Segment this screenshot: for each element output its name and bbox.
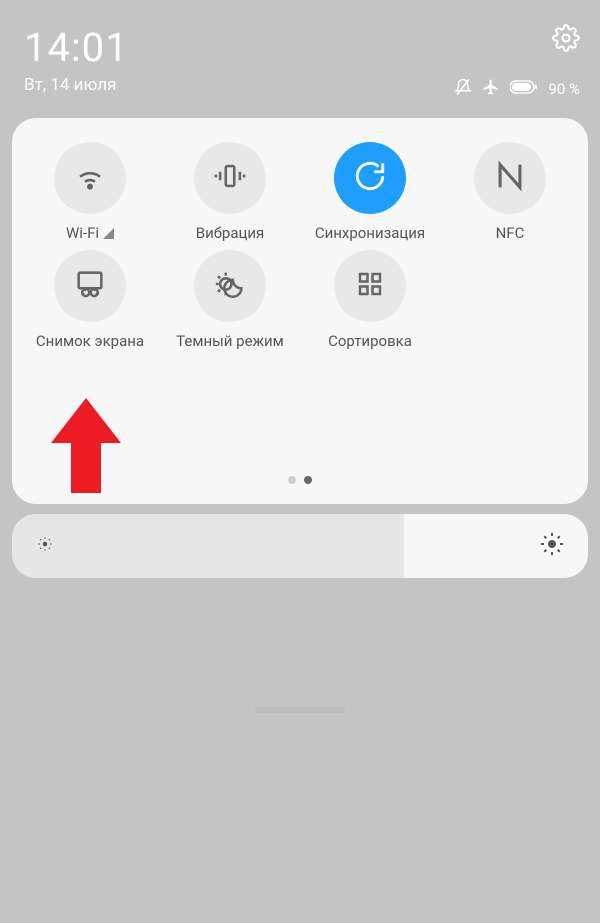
tile-label: Wi-Fi bbox=[66, 224, 114, 242]
brightness-low-icon bbox=[36, 535, 54, 557]
settings-icon[interactable] bbox=[552, 24, 580, 56]
screenshot-icon bbox=[73, 267, 107, 305]
tile-screenshot: Снимок экрана bbox=[20, 250, 160, 350]
tile-label: Темный режим bbox=[176, 332, 284, 350]
tile-wifi: Wi-Fi bbox=[20, 142, 160, 242]
tile-label: Вибрация bbox=[196, 224, 265, 242]
mute-icon bbox=[454, 78, 472, 100]
nfc-icon bbox=[493, 159, 527, 197]
screenshot-toggle[interactable] bbox=[54, 250, 126, 322]
vibration-icon bbox=[213, 159, 247, 197]
wifi-toggle[interactable] bbox=[54, 142, 126, 214]
sync-toggle[interactable] bbox=[334, 142, 406, 214]
tile-label: Снимок экрана bbox=[36, 332, 144, 350]
tile-label: Сортировка bbox=[328, 332, 412, 350]
sort-icon bbox=[355, 269, 385, 303]
dark-mode-icon bbox=[213, 267, 247, 305]
tile-nfc: NFC bbox=[440, 142, 580, 242]
battery-percent: 90 % bbox=[548, 80, 580, 98]
brightness-slider[interactable] bbox=[12, 514, 588, 578]
page-dot[interactable] bbox=[288, 476, 296, 484]
tile-dark-mode: Темный режим bbox=[160, 250, 300, 350]
date-display: Вт, 14 июля bbox=[24, 75, 129, 95]
battery-icon bbox=[510, 80, 538, 98]
annotation-arrow bbox=[46, 398, 126, 502]
wifi-icon bbox=[73, 159, 107, 197]
vibration-toggle[interactable] bbox=[194, 142, 266, 214]
sync-icon bbox=[353, 159, 387, 197]
signal-icon bbox=[103, 228, 114, 239]
sort-toggle[interactable] bbox=[334, 250, 406, 322]
home-indicator[interactable] bbox=[255, 707, 345, 713]
time-display: 14:01 bbox=[24, 24, 129, 71]
tile-label: Синхронизация bbox=[315, 224, 425, 242]
airplane-icon bbox=[482, 78, 500, 100]
tile-vibration: Вибрация bbox=[160, 142, 300, 242]
status-bar: 14:01 Вт, 14 июля bbox=[0, 0, 600, 108]
nfc-toggle[interactable] bbox=[474, 142, 546, 214]
tile-label: NFC bbox=[496, 224, 525, 242]
tile-sync: Синхронизация bbox=[300, 142, 440, 242]
page-dot-active[interactable] bbox=[304, 476, 312, 484]
brightness-high-icon bbox=[540, 532, 564, 560]
dark-mode-toggle[interactable] bbox=[194, 250, 266, 322]
tile-sort: Сортировка bbox=[300, 250, 440, 350]
